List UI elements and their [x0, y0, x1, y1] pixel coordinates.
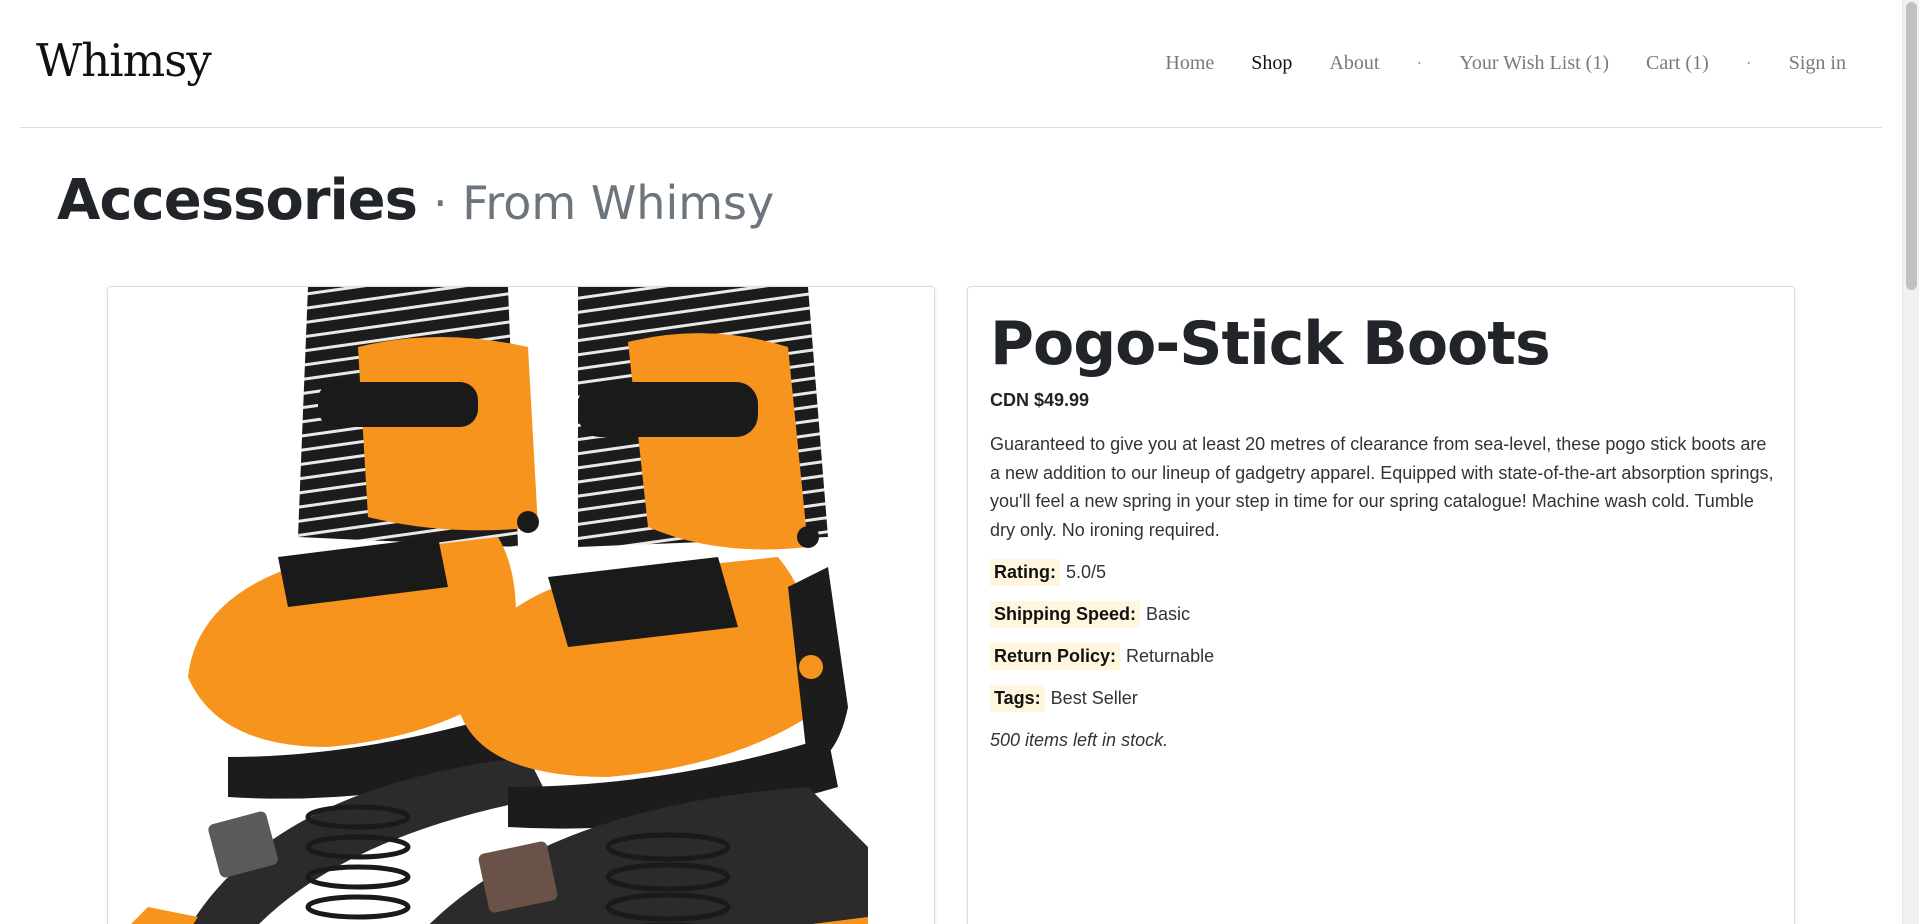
return-policy-label: Return Policy:	[990, 643, 1121, 670]
nav-shop[interactable]: Shop	[1251, 52, 1292, 75]
tags-value: Best Seller	[1050, 688, 1138, 708]
tags-row: Tags: Best Seller	[990, 685, 1772, 712]
page: Whimsy Home Shop About · Your Wish List …	[0, 0, 1919, 924]
rating-value: 5.0/5	[1066, 562, 1107, 582]
product-image	[108, 287, 934, 924]
scrollbar-thumb[interactable]	[1906, 2, 1917, 290]
category-subtitle: · From Whimsy	[432, 176, 775, 230]
nav-separator: ·	[1416, 53, 1423, 73]
shipping-speed-row: Shipping Speed: Basic	[990, 601, 1772, 628]
rating-row: Rating: 5.0/5	[990, 559, 1772, 586]
return-policy-value: Returnable	[1126, 646, 1215, 666]
product-price: CDN $49.99	[990, 390, 1090, 410]
page-heading: Accessories · From Whimsy	[57, 168, 774, 233]
tags-label: Tags:	[990, 685, 1045, 712]
nav-home[interactable]: Home	[1165, 52, 1214, 75]
site-header: Whimsy Home Shop About · Your Wish List …	[20, 0, 1882, 128]
nav-separator: ·	[1745, 53, 1752, 73]
return-policy-row: Return Policy: Returnable	[990, 643, 1772, 670]
rating-label: Rating:	[990, 559, 1060, 586]
shipping-speed-label: Shipping Speed:	[990, 601, 1140, 628]
shipping-speed-value: Basic	[1146, 604, 1191, 624]
nav-wish-list[interactable]: Your Wish List (1)	[1459, 52, 1609, 75]
product-image-card	[107, 286, 935, 924]
product-title: Pogo-Stick Boots	[990, 309, 1551, 379]
product-info-card: Pogo-Stick Boots CDN $49.99 Guaranteed t…	[967, 286, 1795, 924]
main-nav: Home Shop About · Your Wish List (1) Car…	[1165, 52, 1846, 75]
nav-sign-in[interactable]: Sign in	[1789, 52, 1846, 75]
brand-logo[interactable]: Whimsy	[36, 34, 212, 87]
nav-about[interactable]: About	[1329, 52, 1379, 75]
stock-status: 500 items left in stock.	[990, 730, 1169, 750]
product-description: Guaranteed to give you at least 20 metre…	[990, 434, 1774, 540]
category-title: Accessories	[57, 168, 418, 233]
nav-cart[interactable]: Cart (1)	[1646, 52, 1709, 75]
page-scrollbar[interactable]	[1902, 0, 1919, 924]
